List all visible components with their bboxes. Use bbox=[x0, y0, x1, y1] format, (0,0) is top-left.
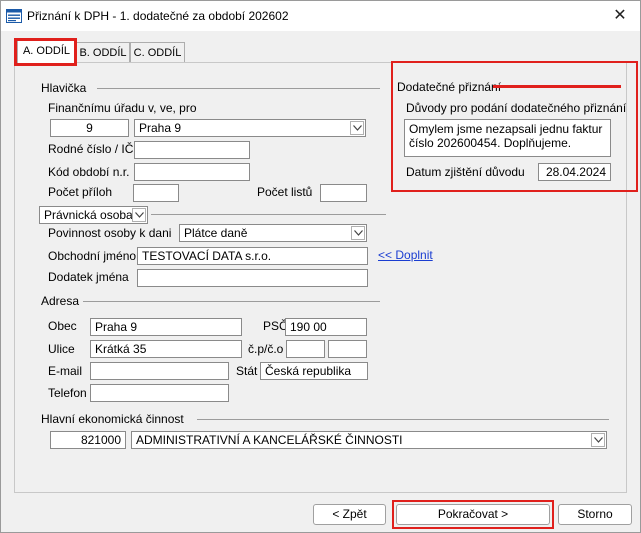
cinnost-dropdown[interactable]: ADMINISTRATIVNÍ A KANCELÁŘSKÉ ČINNOSTI bbox=[131, 431, 607, 449]
psc-label: PSČ bbox=[263, 319, 288, 333]
obec-field[interactable]: Praha 9 bbox=[90, 318, 242, 336]
hlavicka-section-label: Hlavička bbox=[41, 81, 87, 95]
cancel-button-label: Storno bbox=[577, 507, 613, 521]
osoba-type-dropdown[interactable]: Právnická osoba bbox=[39, 206, 148, 224]
povinnost-value: Plátce daně bbox=[184, 226, 248, 240]
chevron-down-icon[interactable] bbox=[351, 226, 365, 240]
telefon-label: Telefon bbox=[48, 386, 87, 400]
back-button[interactable]: < Zpět bbox=[313, 504, 386, 525]
form-icon bbox=[6, 9, 22, 23]
dodatek-label: Dodatek jména bbox=[48, 270, 129, 284]
povinnost-label: Povinnost osoby k dani bbox=[48, 226, 172, 240]
adresa-section-label: Adresa bbox=[41, 294, 80, 308]
chevron-down-icon[interactable] bbox=[350, 121, 364, 135]
osoba-divider bbox=[151, 214, 386, 215]
urad-dropdown[interactable]: Praha 9 bbox=[134, 119, 366, 137]
tab-c-oddil[interactable]: C. ODDÍL bbox=[130, 42, 185, 63]
ulice-field[interactable]: Krátká 35 bbox=[90, 340, 242, 358]
rodne-cislo-label: Rodné číslo / IČ bbox=[48, 142, 134, 156]
cancel-button[interactable]: Storno bbox=[558, 504, 632, 525]
title-bar: Přiznání k DPH - 1. dodatečné za období … bbox=[1, 1, 640, 31]
psc-field[interactable]: 190 00 bbox=[285, 318, 367, 336]
urad-code-field[interactable]: 9 bbox=[50, 119, 129, 137]
cinnost-divider bbox=[197, 419, 609, 420]
tab-highlight-box bbox=[14, 38, 77, 66]
cp-field[interactable] bbox=[286, 340, 325, 358]
cinnost-code-field[interactable]: 821000 bbox=[50, 431, 126, 449]
rodne-cislo-field[interactable] bbox=[134, 141, 250, 159]
email-label: E-mail bbox=[48, 364, 83, 378]
chevron-down-icon[interactable] bbox=[591, 433, 605, 447]
urad-dropdown-value: Praha 9 bbox=[139, 121, 182, 135]
cp-label: č.p/č.o bbox=[248, 342, 284, 356]
window-title: Přiznání k DPH - 1. dodatečné za období … bbox=[27, 9, 289, 23]
tab-b-oddil[interactable]: B. ODDÍL bbox=[76, 42, 130, 63]
pocet-listu-label: Počet listů bbox=[257, 185, 313, 199]
urad-label: Finančnímu úřadu v, ve, pro bbox=[48, 101, 197, 115]
cinnost-name-value: ADMINISTRATIVNÍ A KANCELÁŘSKÉ ČINNOSTI bbox=[136, 433, 403, 447]
pocet-priloh-label: Počet příloh bbox=[48, 185, 113, 199]
obec-label: Obec bbox=[48, 319, 77, 333]
close-button[interactable]: ✕ bbox=[605, 4, 635, 28]
next-button-highlight bbox=[392, 500, 554, 529]
tab-b-label: B. ODDÍL bbox=[79, 47, 127, 59]
dodatek-field[interactable] bbox=[137, 269, 368, 287]
chevron-down-icon[interactable] bbox=[132, 208, 146, 222]
stat-label: Stát bbox=[236, 364, 258, 378]
doplnit-link[interactable]: << Doplnit bbox=[378, 248, 433, 262]
dodatecne-highlight-box bbox=[391, 61, 638, 192]
obchodni-jmeno-label: Obchodní jméno bbox=[48, 249, 137, 263]
stat-field[interactable]: Česká republika bbox=[260, 362, 368, 380]
dodatecne-underline bbox=[493, 85, 621, 88]
adresa-divider bbox=[83, 301, 380, 302]
telefon-field[interactable] bbox=[90, 384, 229, 402]
obchodni-jmeno-field[interactable]: TESTOVACÍ DATA s.r.o. bbox=[137, 247, 368, 265]
osoba-type-value: Právnická osoba bbox=[44, 208, 133, 222]
cinnost-section-label: Hlavní ekonomická činnost bbox=[41, 412, 184, 426]
co-field[interactable] bbox=[328, 340, 367, 358]
kod-obdobi-label: Kód období n.r. bbox=[48, 165, 130, 179]
close-icon: ✕ bbox=[613, 7, 627, 24]
tab-c-label: C. ODDÍL bbox=[133, 47, 182, 59]
dph-dialog-window: Přiznání k DPH - 1. dodatečné za období … bbox=[0, 0, 641, 533]
ulice-label: Ulice bbox=[48, 342, 75, 356]
kod-obdobi-field[interactable] bbox=[134, 163, 250, 181]
back-button-label: < Zpět bbox=[332, 507, 367, 521]
hlavicka-divider bbox=[97, 88, 380, 89]
email-field[interactable] bbox=[90, 362, 229, 380]
povinnost-dropdown[interactable]: Plátce daně bbox=[179, 224, 367, 242]
pocet-priloh-field[interactable] bbox=[133, 184, 179, 202]
pocet-listu-field[interactable] bbox=[320, 184, 367, 202]
